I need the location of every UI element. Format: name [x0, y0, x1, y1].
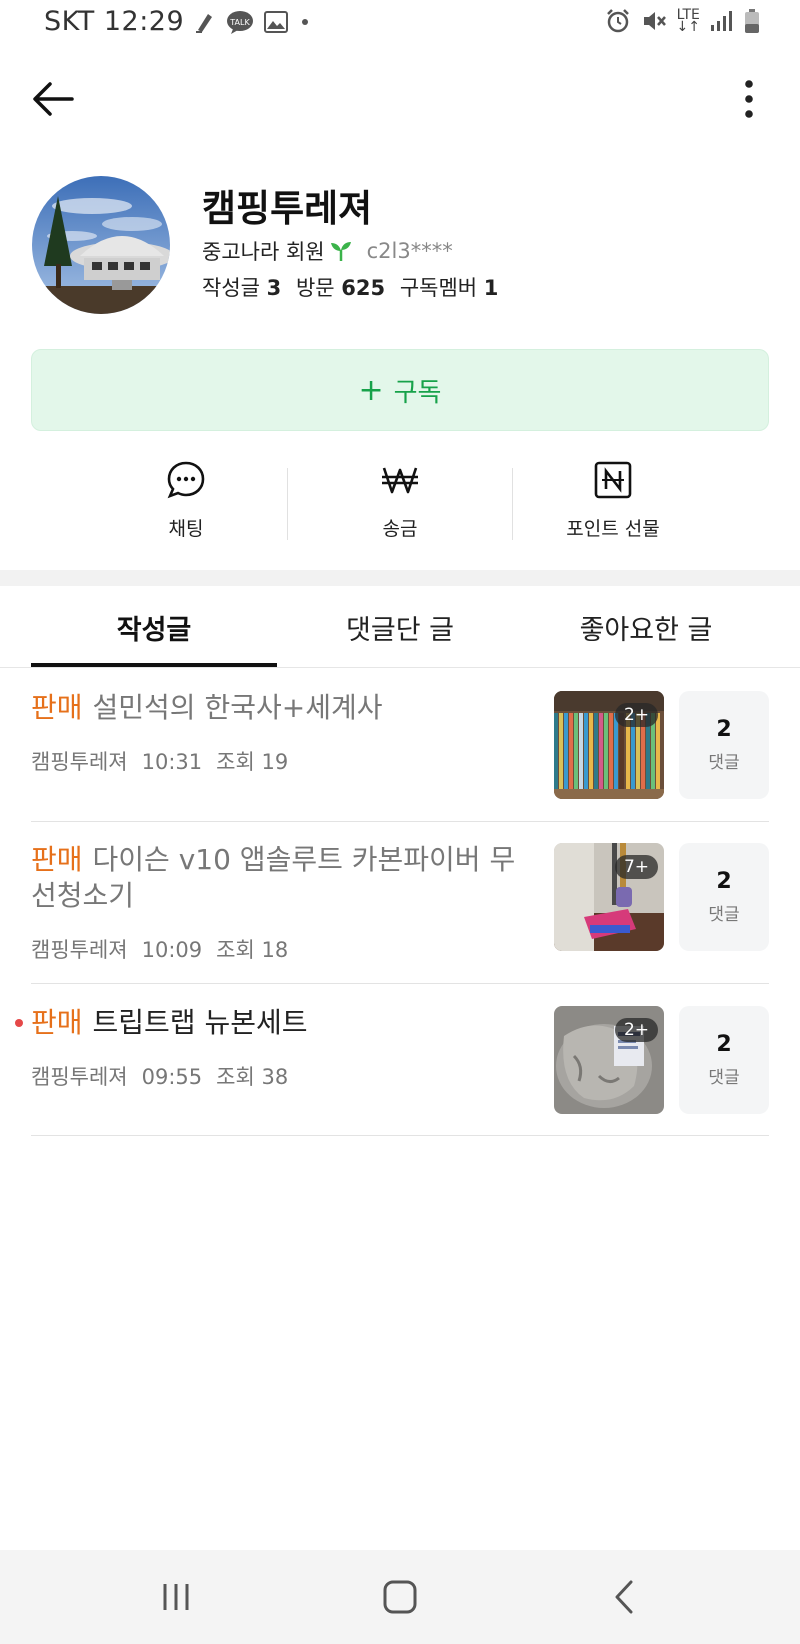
tab-my-posts[interactable]: 작성글 [31, 586, 277, 668]
post-views: 조회 19 [216, 750, 289, 774]
profile-name: 캠핑투레져 [202, 187, 373, 230]
tab-commented-posts[interactable]: 댓글단 글 [277, 586, 523, 668]
chat-icon [167, 461, 205, 499]
lte-icon: LTE ↓↑ [676, 7, 700, 35]
post-title: 판매 설민석의 한국사+세계사 [31, 690, 521, 726]
post-thumbnail[interactable]: 2+ [554, 691, 664, 799]
won-icon [382, 467, 418, 494]
post-thumbnail[interactable]: 2+ [554, 1006, 664, 1114]
avatar[interactable] [32, 176, 170, 314]
system-nav-bar [0, 1550, 800, 1644]
profile-membership: 중고나라 회원 c2l3**** [202, 236, 453, 266]
action-divider [287, 468, 288, 540]
back-icon [615, 1580, 633, 1614]
arrow-left-icon [33, 82, 74, 116]
post-views: 조회 18 [216, 938, 289, 962]
recent-apps-icon [163, 1584, 189, 1610]
post-tag: 판매 [31, 691, 83, 724]
image-icon [264, 10, 289, 33]
image-count-badge: 2+ [614, 1018, 658, 1042]
post-author: 캠핑투레져 [31, 938, 128, 962]
comment-count-box[interactable]: 2 댓글 [679, 843, 769, 951]
comment-label: 댓글 [708, 905, 740, 925]
user-id: c2l3**** [366, 239, 453, 263]
post-tag: 판매 [31, 843, 83, 876]
action-divider [512, 468, 513, 540]
section-separator [0, 570, 800, 586]
tab-liked-posts[interactable]: 좋아요한 글 [523, 586, 769, 668]
nav-back-button[interactable] [594, 1572, 654, 1622]
comment-count-box[interactable]: 2 댓글 [679, 1006, 769, 1114]
status-bar: SKT 12:29 TALK LTE ↓↑ [0, 0, 800, 50]
comment-label: 댓글 [708, 1068, 740, 1088]
status-carrier-time: SKT 12:29 [44, 6, 185, 37]
battery-icon [744, 8, 760, 34]
list-item[interactable]: 판매 트립트랩 뉴본세트 캠핑투레져 09:55 조회 38 2+ 2 댓글 [15, 1005, 769, 1136]
image-count-badge: 2+ [614, 703, 658, 727]
point-gift-label: 포인트 선물 [566, 518, 660, 540]
comment-count: 2 [716, 1032, 732, 1057]
pen-icon [194, 10, 216, 34]
post-meta: 캠핑투레져 10:31 조회 19 [31, 746, 302, 776]
post-time: 09:55 [141, 1065, 203, 1089]
tab-bar: 작성글 댓글단 글 좋아요한 글 [0, 586, 800, 668]
plus-icon: + [358, 372, 384, 408]
stat-posts-value: 3 [266, 276, 282, 300]
comment-count: 2 [716, 869, 732, 894]
list-item[interactable]: 판매 다이슨 v10 앱솔루트 카본파이버 무선청소기 캠핑투레져 10:09 조회 … [31, 842, 769, 984]
image-count-badge: 7+ [614, 855, 658, 879]
recent-apps-button[interactable] [146, 1572, 206, 1622]
post-meta: 캠핑투레져 09:55 조회 38 [31, 1061, 302, 1091]
stat-posts-label: 작성글 [202, 276, 260, 300]
app-bar [0, 62, 800, 132]
comment-count: 2 [716, 717, 732, 742]
stat-subscribers-label: 구독멤버 [399, 276, 478, 300]
post-time: 10:31 [141, 750, 203, 774]
signal-icon [710, 9, 734, 33]
more-options-button[interactable] [734, 74, 764, 124]
post-title-text: 다이슨 v10 앱솔루트 카본파이버 무선청소기 [31, 843, 516, 912]
active-tab-indicator [31, 663, 277, 667]
stat-subscribers-value: 1 [483, 276, 499, 300]
subscribe-button[interactable]: + 구독 [31, 349, 769, 431]
post-views: 조회 38 [216, 1065, 289, 1089]
action-row: 채팅 송금 포인트 선물 [0, 460, 800, 560]
transfer-label: 송금 [382, 518, 418, 540]
post-author: 캠핑투레져 [31, 1065, 128, 1089]
svg-text:TALK: TALK [229, 18, 250, 27]
member-level: 중고나라 회원 [202, 240, 325, 264]
chat-action[interactable]: 채팅 [106, 460, 266, 541]
point-n-icon [594, 461, 632, 499]
post-title-text: 설민석의 한국사+세계사 [92, 691, 383, 724]
post-tag: 판매 [31, 1006, 83, 1039]
talk-icon: TALK [226, 10, 254, 34]
mute-icon [641, 8, 667, 34]
more-vertical-icon [745, 80, 753, 118]
home-button[interactable] [370, 1572, 430, 1622]
post-title-text: 트립트랩 뉴본세트 [92, 1006, 308, 1039]
post-author: 캠핑투레져 [31, 750, 128, 774]
stat-visits-value: 625 [341, 276, 386, 300]
post-title: 판매 트립트랩 뉴본세트 [31, 1005, 521, 1041]
unread-dot [15, 1019, 23, 1027]
stat-visits-label: 방문 [295, 276, 335, 300]
comment-count-box[interactable]: 2 댓글 [679, 691, 769, 799]
post-title: 판매 다이슨 v10 앱솔루트 카본파이버 무선청소기 [31, 842, 521, 914]
transfer-action[interactable]: 송금 [320, 460, 480, 541]
back-button[interactable] [28, 76, 78, 122]
comment-label: 댓글 [708, 753, 740, 773]
post-meta: 캠핑투레져 10:09 조회 18 [31, 934, 302, 964]
profile-stats: 작성글 3 방문 625 구독멤버 1 [202, 272, 506, 302]
list-item[interactable]: 판매 설민석의 한국사+세계사 캠핑투레져 10:31 조회 19 2+ 2 댓… [31, 690, 769, 822]
subscribe-label: 구독 [393, 377, 442, 408]
sprout-icon [330, 242, 351, 261]
point-gift-action[interactable]: 포인트 선물 [533, 460, 693, 541]
post-thumbnail[interactable]: 7+ [554, 843, 664, 951]
alarm-icon [605, 8, 631, 34]
chat-label: 채팅 [168, 518, 204, 540]
dot-icon [298, 15, 312, 29]
home-icon [383, 1580, 417, 1614]
post-time: 10:09 [141, 938, 203, 962]
